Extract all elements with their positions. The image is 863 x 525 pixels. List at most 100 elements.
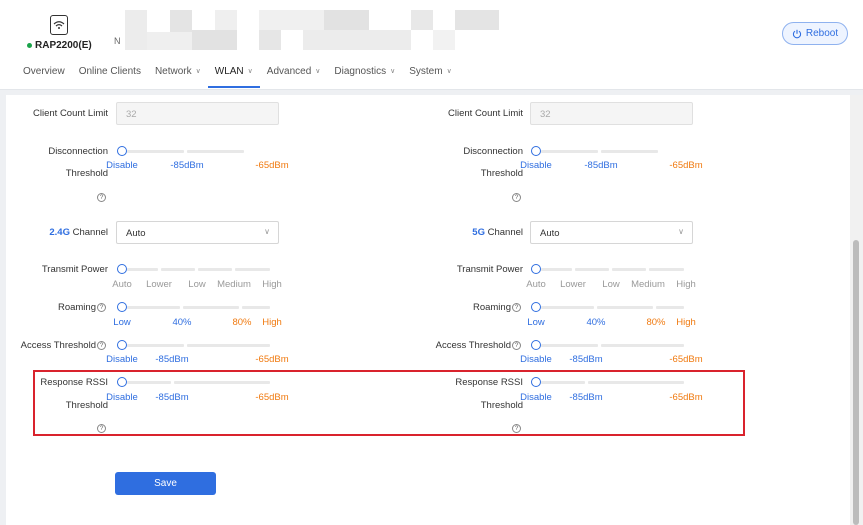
tab-wlan[interactable]: WLAN ∨	[207, 66, 260, 88]
save-button[interactable]: Save	[115, 472, 216, 495]
slider-knob[interactable]	[531, 264, 541, 274]
tick-low: Low	[527, 317, 545, 328]
band-label: 2.4G	[49, 227, 70, 238]
blur-block	[411, 10, 433, 30]
blur-block	[324, 10, 369, 30]
slider-segment	[541, 268, 572, 271]
tick-low: Low	[113, 317, 131, 328]
tab-network[interactable]: Network ∨	[148, 66, 208, 88]
roaming-label: Roaming	[472, 302, 511, 313]
power-icon	[792, 29, 801, 38]
slider-segment	[187, 150, 244, 153]
top-header: RAP2200(E) N Reboot Overview Online Clie…	[0, 0, 863, 90]
slider-segment	[601, 344, 684, 347]
slider-segment	[161, 268, 195, 271]
blur-block	[259, 10, 324, 30]
reboot-button[interactable]: Reboot	[782, 22, 848, 45]
tab-system[interactable]: System ∨	[402, 66, 458, 88]
slider-knob[interactable]	[117, 340, 127, 350]
tab-label: Diagnostics	[334, 66, 387, 77]
client-count-limit-input[interactable]: 32	[530, 102, 693, 125]
channel-select-5g[interactable]: Auto ∨	[530, 221, 693, 244]
transmit-power-label: Transmit Power	[456, 264, 523, 275]
slider-knob[interactable]	[117, 264, 127, 274]
access-threshold-slider[interactable]	[117, 340, 277, 352]
slider-segment	[541, 306, 594, 309]
roaming-label: Roaming	[57, 302, 96, 313]
channel-select-24g[interactable]: Auto ∨	[116, 221, 279, 244]
slider-knob[interactable]	[531, 146, 541, 156]
tick-medium: Medium	[631, 279, 665, 290]
tick-minus85: -85dBm	[569, 354, 603, 365]
tick-high: High	[262, 317, 282, 328]
tick-low: Low	[602, 279, 620, 290]
tick-disable: Disable	[106, 160, 138, 171]
client-count-limit-label: Client Count Limit	[33, 108, 108, 119]
tick-80: 80%	[232, 317, 252, 328]
device-name: RAP2200(E)	[35, 40, 92, 51]
slider-knob[interactable]	[531, 302, 541, 312]
disconnection-threshold-slider[interactable]	[117, 146, 277, 158]
help-icon[interactable]: ?	[512, 193, 521, 202]
client-count-limit-label: Client Count Limit	[448, 108, 523, 119]
chevron-down-icon: ∨	[390, 68, 396, 75]
tick-minus65: -65dBm	[669, 160, 703, 171]
slider-segment	[612, 268, 646, 271]
tick-disable: Disable	[520, 160, 552, 171]
transmit-power-label: Transmit Power	[41, 264, 108, 275]
reboot-label: Reboot	[805, 28, 839, 39]
channel-text: Channel	[487, 227, 523, 238]
transmit-power-slider[interactable]	[117, 264, 277, 276]
tick-80: 80%	[646, 317, 666, 328]
tab-label: Advanced	[266, 66, 312, 77]
roaming-slider[interactable]	[117, 302, 277, 314]
disconnection-label: Disconnection	[48, 146, 108, 157]
tab-label: WLAN	[214, 66, 244, 77]
threshold-label: Threshold	[480, 168, 523, 179]
tick-high: High	[676, 279, 696, 290]
tab-advanced[interactable]: Advanced ∨	[260, 66, 328, 88]
tab-label: Network	[154, 66, 192, 77]
chevron-down-icon: ∨	[446, 68, 452, 75]
slider-segment	[649, 268, 684, 271]
slider-segment	[127, 344, 184, 347]
scrollbar-thumb[interactable]	[853, 240, 859, 525]
chevron-down-icon: ∨	[264, 227, 270, 236]
help-icon[interactable]: ?	[512, 303, 521, 312]
client-count-limit-input[interactable]: 32	[116, 102, 279, 125]
slider-segment	[575, 268, 609, 271]
tick-medium: Medium	[217, 279, 251, 290]
transmit-power-slider[interactable]	[531, 264, 691, 276]
slider-knob[interactable]	[531, 340, 541, 350]
slider-segment	[183, 306, 239, 309]
access-threshold-slider[interactable]	[531, 340, 691, 352]
tick-auto: Auto	[112, 279, 132, 290]
tick-minus85: -85dBm	[584, 160, 618, 171]
chevron-down-icon: ∨	[678, 227, 684, 236]
help-icon[interactable]: ?	[512, 341, 521, 350]
blur-block	[192, 30, 237, 50]
access-threshold-label: Access Threshold	[435, 340, 511, 351]
disconnection-label: Disconnection	[463, 146, 523, 157]
slider-segment	[601, 150, 658, 153]
access-threshold-label: Access Threshold	[20, 340, 96, 351]
tick-minus65: -65dBm	[255, 354, 289, 365]
channel-value: Auto	[126, 228, 146, 239]
tab-online-clients[interactable]: Online Clients	[72, 66, 148, 88]
tab-diagnostics[interactable]: Diagnostics ∨	[327, 66, 402, 88]
slider-knob[interactable]	[117, 146, 127, 156]
tick-disable: Disable	[106, 354, 138, 365]
tick-lower: Lower	[146, 279, 172, 290]
help-icon[interactable]: ?	[97, 341, 106, 350]
help-icon[interactable]: ?	[97, 193, 106, 202]
tab-overview[interactable]: Overview	[16, 66, 72, 88]
disconnection-threshold-slider[interactable]	[531, 146, 691, 158]
slider-segment	[597, 306, 653, 309]
blur-block	[433, 30, 455, 50]
tick-high: High	[676, 317, 696, 328]
channel-label: 5G Channel	[472, 227, 523, 238]
roaming-slider[interactable]	[531, 302, 691, 314]
help-icon[interactable]: ?	[97, 303, 106, 312]
slider-knob[interactable]	[117, 302, 127, 312]
slider-segment	[187, 344, 270, 347]
